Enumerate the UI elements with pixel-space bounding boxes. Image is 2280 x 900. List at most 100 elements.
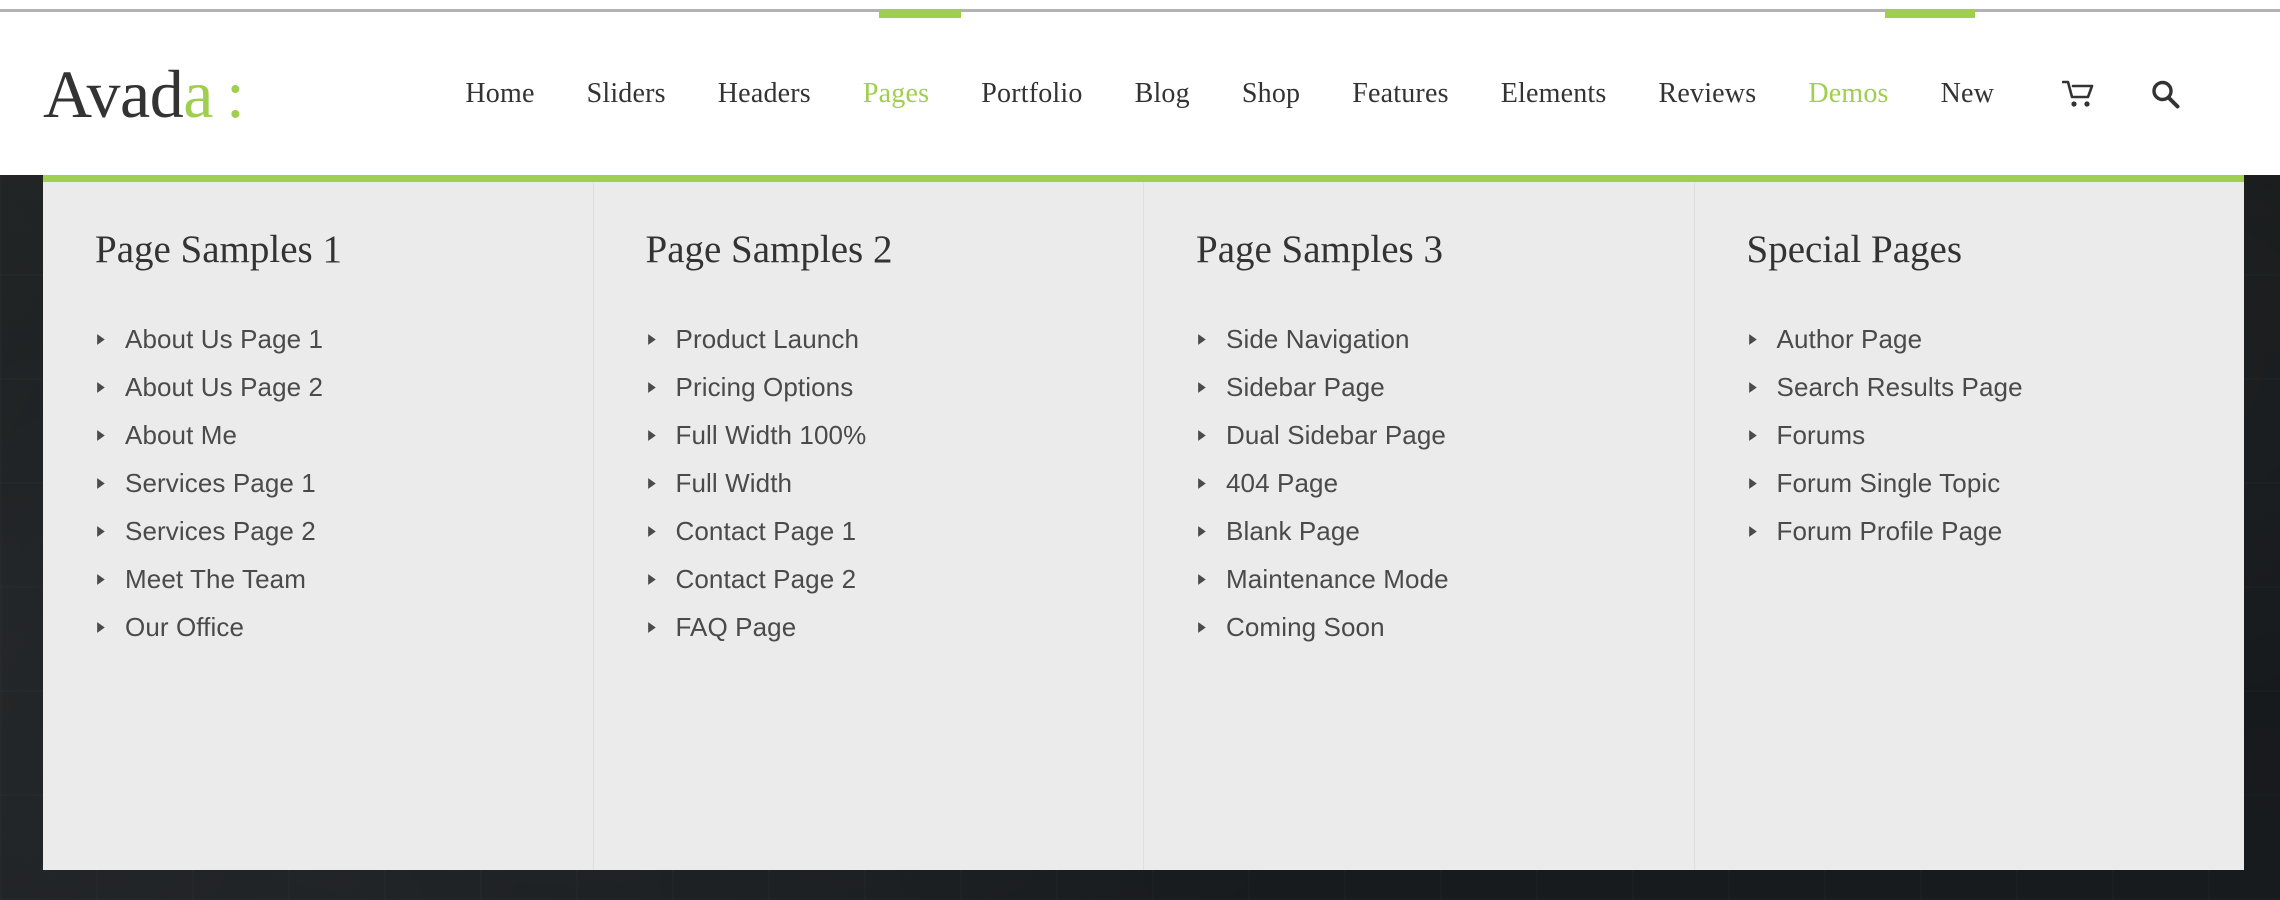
mega-menu-link[interactable]: Author Page — [1747, 316, 2245, 364]
mega-menu-link[interactable]: Forum Profile Page — [1747, 508, 2245, 556]
mega-menu-link-label: Meet The Team — [125, 564, 306, 595]
mega-menu-link-label: Forums — [1776, 420, 1866, 451]
mega-menu-column-title: Page Samples 3 — [1196, 228, 1443, 271]
mega-menu-link[interactable]: FAQ Page — [646, 604, 1144, 652]
chevron-right-icon — [1748, 382, 1757, 394]
mega-menu-link-label: Services Page 2 — [125, 516, 316, 547]
nav-item-elements[interactable]: Elements — [1475, 78, 1633, 110]
mega-menu-link-list: Author Page Search Results Page Forums Foru… — [1747, 316, 2245, 556]
logo-text-accent: a — [183, 55, 213, 132]
mega-menu-link[interactable]: About Us Page 2 — [95, 364, 593, 412]
chevron-right-icon — [97, 622, 105, 634]
chevron-right-icon — [1748, 478, 1757, 490]
chevron-right-icon — [97, 478, 105, 490]
nav-item-blog[interactable]: Blog — [1109, 78, 1216, 110]
mega-menu-link[interactable]: Dual Sidebar Page — [1196, 412, 1694, 460]
mega-menu-link-label: Forum Profile Page — [1776, 516, 2003, 547]
chevron-right-icon — [97, 574, 105, 586]
chevron-right-icon — [97, 334, 105, 346]
mega-menu-link-label: Side Navigation — [1226, 324, 1410, 355]
nav-item-home[interactable]: Home — [439, 78, 560, 110]
chevron-right-icon — [1198, 382, 1206, 394]
mega-menu-link[interactable]: Forum Single Topic — [1747, 460, 2245, 508]
mega-menu-link[interactable]: Services Page 2 — [95, 508, 593, 556]
mega-menu-link-label: 404 Page — [1226, 468, 1339, 499]
mega-menu-column-title: Page Samples 1 — [95, 228, 342, 271]
nav-item-features[interactable]: Features — [1326, 78, 1474, 110]
mega-menu-link[interactable]: Coming Soon — [1196, 604, 1694, 652]
mega-menu-link-label: Dual Sidebar Page — [1226, 420, 1446, 451]
chevron-right-icon — [1748, 334, 1757, 346]
nav-item-shop[interactable]: Shop — [1216, 78, 1326, 110]
mega-menu-link[interactable]: Pricing Options — [646, 364, 1144, 412]
chevron-right-icon — [1198, 622, 1206, 634]
chevron-right-icon — [97, 526, 105, 538]
mega-menu-column: Page Samples 1 About Us Page 1 About Us Pa… — [43, 182, 594, 870]
mega-menu-link-label: Full Width 100% — [675, 420, 867, 451]
chevron-right-icon — [647, 574, 656, 586]
mega-menu-link-label: Forum Single Topic — [1776, 468, 2001, 499]
logo-colon: : — [225, 55, 245, 132]
mega-menu-link[interactable]: Contact Page 1 — [646, 508, 1144, 556]
mega-menu-link[interactable]: Side Navigation — [1196, 316, 1694, 364]
mega-menu-link-list: Product Launch Pricing Options Full Width … — [646, 316, 1144, 652]
mega-menu-link-label: About Me — [125, 420, 238, 451]
mega-menu-column: Page Samples 2 Product Launch Pricing Opti… — [594, 182, 1144, 870]
mega-menu-link-label: About Us Page 2 — [125, 372, 324, 403]
chevron-right-icon — [1748, 430, 1757, 442]
pages-mega-menu: Page Samples 1 About Us Page 1 About Us Pa… — [43, 175, 2244, 870]
mega-menu-link-label: Blank Page — [1226, 516, 1360, 547]
mega-menu-link[interactable]: Blank Page — [1196, 508, 1694, 556]
header-icon-group — [2062, 77, 2182, 111]
mega-menu-link[interactable]: Forums — [1747, 412, 2245, 460]
chevron-right-icon — [647, 334, 656, 346]
mega-menu-link[interactable]: Our Office — [95, 604, 593, 652]
chevron-right-icon — [1198, 478, 1206, 490]
search-icon[interactable] — [2148, 77, 2182, 111]
main-navigation: Home Sliders Headers Pages Portfolio Blog Shop… — [439, 78, 2020, 110]
mega-menu-link[interactable]: About Me — [95, 412, 593, 460]
site-logo[interactable]: Avada: — [43, 60, 245, 128]
chevron-right-icon — [647, 430, 656, 442]
chevron-right-icon — [1748, 526, 1757, 538]
mega-menu-link-label: Pricing Options — [675, 372, 854, 403]
mega-menu-link-label: FAQ Page — [675, 612, 797, 643]
mega-menu-link[interactable]: Full Width — [646, 460, 1144, 508]
nav-item-portfolio[interactable]: Portfolio — [955, 78, 1108, 110]
mega-menu-link[interactable]: 404 Page — [1196, 460, 1694, 508]
chevron-right-icon — [647, 382, 656, 394]
nav-item-demos[interactable]: Demos — [1782, 78, 1914, 110]
logo-text-dark: Avad — [43, 55, 184, 132]
nav-item-reviews[interactable]: Reviews — [1632, 78, 1782, 110]
mega-menu-link-label: Our Office — [125, 612, 245, 643]
mega-menu-column-title: Page Samples 2 — [645, 228, 893, 271]
chevron-right-icon — [97, 382, 105, 394]
mega-menu-link-label: Contact Page 1 — [675, 516, 857, 547]
mega-menu-link-label: Maintenance Mode — [1226, 564, 1449, 595]
mega-menu-link-label: Author Page — [1776, 324, 1923, 355]
mega-menu-link[interactable]: Search Results Page — [1747, 364, 2245, 412]
nav-item-headers[interactable]: Headers — [692, 78, 837, 110]
mega-menu-link-label: About Us Page 1 — [125, 324, 324, 355]
nav-item-sliders[interactable]: Sliders — [561, 78, 692, 110]
mega-menu-column-title: Special Pages — [1746, 228, 1963, 271]
chevron-right-icon — [1198, 430, 1206, 442]
mega-menu-link[interactable]: Sidebar Page — [1196, 364, 1694, 412]
mega-menu-column: Special Pages Author Page Search Results P… — [1695, 182, 2245, 870]
cart-icon[interactable] — [2062, 77, 2096, 111]
mega-menu-link-label: Full Width — [675, 468, 793, 499]
mega-menu-link[interactable]: Contact Page 2 — [646, 556, 1144, 604]
mega-menu-link-label: Coming Soon — [1226, 612, 1385, 643]
mega-menu-link[interactable]: Meet The Team — [95, 556, 593, 604]
chevron-right-icon — [647, 478, 656, 490]
site-header: Avada: Home Sliders Headers Pages Portfolio B… — [0, 0, 2280, 175]
mega-menu-column: Page Samples 3 Side Navigation Sidebar Pag… — [1144, 182, 1695, 870]
mega-menu-link[interactable]: Maintenance Mode — [1196, 556, 1694, 604]
mega-menu-link[interactable]: Full Width 100% — [646, 412, 1144, 460]
chevron-right-icon — [647, 622, 656, 634]
mega-menu-link[interactable]: About Us Page 1 — [95, 316, 593, 364]
mega-menu-link[interactable]: Product Launch — [646, 316, 1144, 364]
nav-item-new[interactable]: New — [1915, 78, 2020, 110]
nav-item-pages[interactable]: Pages — [837, 78, 955, 110]
mega-menu-link[interactable]: Services Page 1 — [95, 460, 593, 508]
